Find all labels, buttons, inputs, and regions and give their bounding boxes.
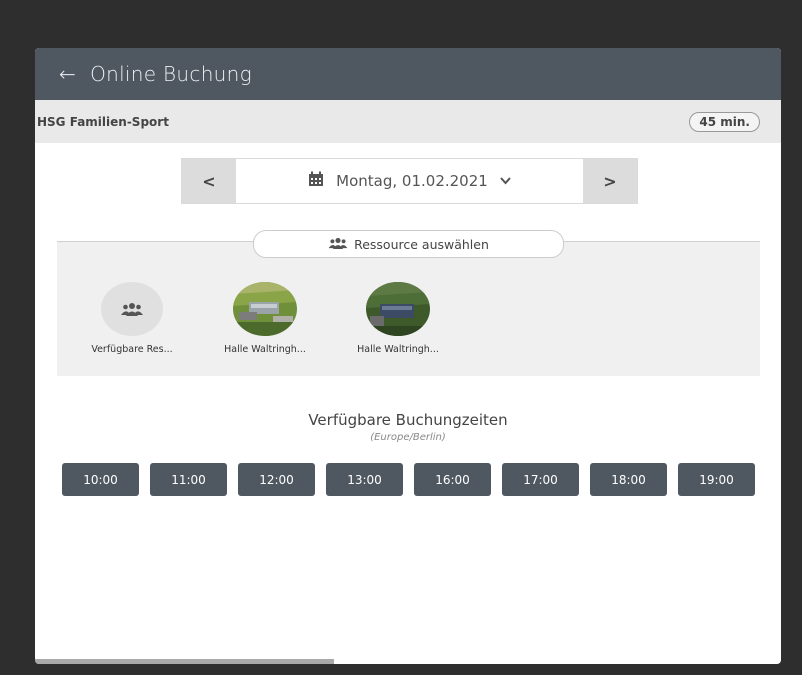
horizontal-scrollbar[interactable] [35, 659, 334, 664]
resource-label: Verfügbare Res... [91, 344, 173, 355]
previous-day-button[interactable]: < [182, 159, 236, 203]
time-slot-button[interactable]: 13:00 [326, 463, 403, 496]
resource-item-generic[interactable]: Verfügbare Res... [67, 282, 197, 355]
page-title: Online Buchung [90, 62, 252, 86]
service-bar: HSG Familien-Sport 45 min. [35, 100, 781, 143]
resource-item-halle-1[interactable]: Halle Waltringh... [200, 282, 330, 355]
time-slot-button[interactable]: 19:00 [678, 463, 755, 496]
arrow-left-icon[interactable]: ← [59, 62, 76, 86]
time-slot-button[interactable]: 17:00 [502, 463, 579, 496]
times-title: Verfügbare Buchungzeiten [308, 411, 508, 429]
resource-label: Halle Waltringh... [357, 344, 439, 355]
time-slot-button[interactable]: 16:00 [414, 463, 491, 496]
users-icon [328, 237, 348, 252]
hall-photo-1 [233, 282, 297, 336]
timezone-label: (Europe/Berlin) [370, 432, 446, 443]
chevron-down-icon [500, 175, 511, 188]
header-bar: ← Online Buchung [35, 48, 781, 100]
resource-panel: Verfügbare Res... Halle Waltringh... Hal… [57, 242, 760, 376]
selected-date: Montag, 01.02.2021 [336, 172, 488, 190]
date-navigator: < Montag, 01.02.2021 > [181, 158, 638, 204]
booking-window: ← Online Buchung HSG Familien-Sport 45 m… [35, 48, 781, 664]
resource-label: Halle Waltringh... [224, 344, 306, 355]
calendar-icon [308, 171, 324, 191]
duration-badge: 45 min. [689, 111, 760, 132]
time-slot-button[interactable]: 10:00 [62, 463, 139, 496]
next-day-button[interactable]: > [583, 159, 637, 203]
hall-photo-2 [366, 282, 430, 336]
select-resource-label: Ressource auswählen [354, 236, 489, 252]
date-picker[interactable]: Montag, 01.02.2021 [236, 159, 583, 203]
time-slot-button[interactable]: 18:00 [590, 463, 667, 496]
time-slot-button[interactable]: 12:00 [238, 463, 315, 496]
service-name: HSG Familien-Sport [37, 114, 169, 129]
time-slot-button[interactable]: 11:00 [150, 463, 227, 496]
time-slots: 10:00 11:00 12:00 13:00 16:00 17:00 18:0… [62, 463, 755, 496]
users-icon [101, 282, 163, 336]
resource-item-halle-2[interactable]: Halle Waltringh... [333, 282, 463, 355]
select-resource-button[interactable]: Ressource auswählen [253, 230, 564, 258]
